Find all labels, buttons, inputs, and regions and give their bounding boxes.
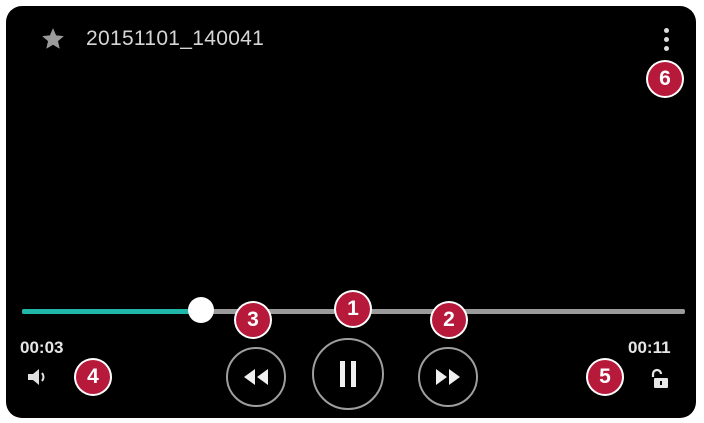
- video-title: 20151101_140041: [86, 27, 265, 50]
- more-vert-icon[interactable]: [660, 26, 672, 56]
- fast-forward-icon: [436, 369, 460, 385]
- seek-bar-progress: [22, 309, 201, 314]
- rewind-icon: [244, 369, 268, 385]
- video-player-screen: 20151101_140041 6 3 1 2 00:03 00:11 4 5: [6, 6, 696, 418]
- fast-forward-button[interactable]: [418, 347, 478, 407]
- top-bar: 20151101_140041: [6, 6, 696, 62]
- callout-4: 4: [76, 360, 110, 394]
- current-time: 00:03: [20, 338, 64, 357]
- total-time: 00:11: [628, 338, 671, 357]
- rewind-button[interactable]: [226, 347, 286, 407]
- star-icon[interactable]: [40, 26, 66, 52]
- callout-5: 5: [588, 360, 622, 394]
- callout-1: 1: [336, 292, 370, 326]
- callout-2: 2: [432, 303, 466, 337]
- pause-icon: [340, 361, 356, 387]
- seek-thumb[interactable]: [188, 297, 214, 323]
- volume-icon[interactable]: [26, 366, 50, 388]
- unlock-icon[interactable]: [648, 368, 670, 390]
- callout-6: 6: [648, 62, 682, 96]
- callout-3: 3: [236, 303, 270, 337]
- pause-button[interactable]: [312, 338, 384, 410]
